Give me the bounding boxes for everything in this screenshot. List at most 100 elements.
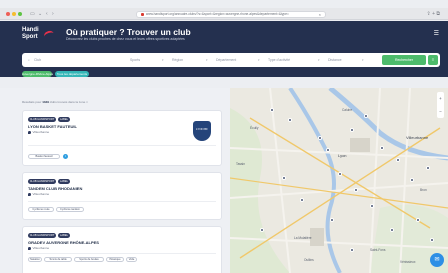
chat-icon: ✉ — [434, 257, 440, 263]
zoom-in-button[interactable]: + — [437, 92, 444, 105]
filter-chip-department[interactable]: Tous les départements — [55, 71, 89, 77]
sport-tag: Cyclisme tandem — [56, 207, 84, 212]
close-window-icon[interactable] — [6, 12, 10, 16]
club-marker[interactable] — [410, 178, 414, 182]
club-marker[interactable] — [288, 118, 292, 122]
club-marker[interactable] — [318, 136, 322, 140]
handisport-logo[interactable]: Handi Sport — [22, 27, 56, 47]
map-label: La Mulatière — [294, 236, 312, 240]
page-subtitle: Découvrez les clubs proches de chez vous… — [66, 37, 185, 41]
logo-swoosh-icon — [42, 29, 56, 41]
club-card[interactable]: CLUB HANDISPORT LABEL LYON BASKET FAUTEU… — [22, 110, 222, 166]
club-marker[interactable] — [370, 204, 374, 208]
club-logo: LYON BF — [193, 121, 211, 141]
club-marker[interactable] — [380, 146, 384, 150]
club-type-badge: CLUB HANDISPORT — [28, 233, 56, 238]
map-label: Écully — [250, 126, 259, 130]
zoom-control: + − — [437, 92, 444, 118]
club-location: Villeurbanne — [28, 246, 49, 251]
club-search-input[interactable]: Club — [34, 57, 41, 63]
share-icon[interactable]: ⇪ + ⧉ — [427, 11, 440, 17]
twitter-icon[interactable]: t — [63, 154, 68, 159]
club-marker[interactable] — [350, 248, 354, 252]
club-marker[interactable] — [364, 114, 368, 118]
address-bar[interactable]: www.handisport.org/annuaire-clubs/?s=&sp… — [136, 10, 326, 18]
label-badge: LABEL — [58, 117, 70, 122]
club-location-text: Villeurbanne — [32, 130, 50, 134]
page-title: Où pratiquer ? Trouver un club — [66, 27, 191, 37]
minimize-window-icon[interactable] — [12, 12, 16, 16]
map-label: Caluire — [342, 108, 353, 112]
chevron-down-icon: ▾ — [362, 58, 364, 62]
chevron-down-icon: ▾ — [318, 58, 320, 62]
club-marker[interactable] — [300, 198, 304, 202]
map-label: Lyon — [338, 153, 347, 158]
forward-icon[interactable]: › — [52, 11, 54, 17]
map-label: Tassin — [236, 162, 246, 166]
close-tab-icon[interactable]: × — [319, 12, 321, 17]
chevron-down-icon: ▾ — [162, 58, 164, 62]
sport-tag: Sports de boules — [74, 257, 104, 262]
club-marker[interactable] — [270, 108, 274, 112]
distance-select[interactable]: Distance — [328, 57, 342, 63]
browser-window: ▭ ⌄ ‹ › www.handisport.org/annuaire-club… — [0, 0, 448, 273]
map-label: Saint-Fons — [370, 248, 386, 252]
browser-toolbar: ▭ ⌄ ‹ › www.handisport.org/annuaire-club… — [0, 8, 448, 20]
sport-tag: Natation — [28, 257, 42, 262]
clubs-map[interactable]: Villeurbanne Écully Lyon Bron La Mulatiè… — [230, 88, 448, 273]
site-header: Handi Sport Où pratiquer ? Trouver un cl… — [0, 21, 448, 77]
filter-options-icon[interactable]: ≡ — [428, 55, 438, 65]
club-marker[interactable] — [282, 176, 286, 180]
region-select[interactable]: Région — [172, 57, 183, 63]
sidebar-toggle-icon[interactable]: ▭ — [30, 11, 35, 17]
map-label: Bron — [420, 188, 427, 192]
zoom-out-button[interactable]: − — [437, 105, 444, 118]
club-location: Villeurbanne — [28, 130, 49, 135]
club-name[interactable]: GRADEV AUVERGNE RHÔNE-ALPES — [28, 240, 99, 245]
search-bar: ⌕ Club Sports ▾ Région ▾ Département ▾ T… — [22, 53, 440, 67]
activity-type-select[interactable]: Type d'activité — [268, 57, 290, 63]
sport-tag: Voile — [126, 257, 137, 262]
club-name[interactable]: TANDEM CLUB RHODANIEN — [28, 186, 82, 191]
map-label: Vénissieux — [400, 260, 416, 264]
club-type-badge: CLUB HANDISPORT — [28, 117, 56, 122]
club-marker[interactable] — [426, 166, 430, 170]
search-submit-button[interactable]: Rechercher — [382, 55, 426, 65]
club-marker[interactable] — [350, 128, 354, 132]
club-marker[interactable] — [338, 172, 342, 176]
sport-select[interactable]: Sports — [130, 57, 140, 63]
label-badge: LABEL — [58, 233, 70, 238]
sport-tag: Basket fauteuil — [28, 154, 60, 159]
search-icon: ⌕ — [28, 58, 30, 62]
club-location: Villeurbanne — [28, 192, 49, 197]
department-select[interactable]: Département — [216, 57, 236, 63]
maximize-window-icon[interactable] — [18, 12, 22, 16]
club-marker[interactable] — [396, 158, 400, 162]
club-name[interactable]: LYON BASKET FAUTEUIL — [28, 124, 77, 129]
card-divider — [28, 253, 216, 254]
logo-text-handi: Handi — [22, 27, 39, 33]
club-marker[interactable] — [390, 228, 394, 232]
card-divider — [28, 201, 216, 202]
club-type-badge: CLUB HANDISPORT — [28, 179, 56, 184]
club-marker[interactable] — [326, 148, 330, 152]
club-location-text: Villeurbanne — [32, 192, 50, 196]
club-marker[interactable] — [354, 188, 358, 192]
club-marker[interactable] — [330, 218, 334, 222]
club-card[interactable]: CLUB HANDISPORT LABEL TANDEM CLUB RHODAN… — [22, 172, 222, 220]
chat-button[interactable]: ✉ — [430, 253, 444, 267]
back-icon[interactable]: ‹ — [46, 11, 48, 17]
site-favicon-icon — [141, 13, 144, 16]
club-marker[interactable] — [416, 218, 420, 222]
club-marker[interactable] — [260, 228, 264, 232]
menu-icon[interactable]: ☰ — [434, 31, 439, 37]
chevron-down-icon[interactable]: ⌄ — [38, 11, 42, 17]
map-canvas — [230, 88, 448, 273]
clear-filter-icon[interactable]: × — [86, 100, 88, 104]
address-url[interactable]: www.handisport.org/annuaire-clubs/?s=&sp… — [146, 12, 316, 17]
filter-chip-region[interactable]: Auvergne-Rhône-Alpes — [22, 71, 53, 77]
club-marker[interactable] — [430, 238, 434, 242]
chevron-down-icon: ▾ — [258, 58, 260, 62]
map-label: Oullins — [304, 258, 314, 262]
club-card[interactable]: CLUB HANDISPORT LABEL GRADEV AUVERGNE RH… — [22, 226, 222, 273]
